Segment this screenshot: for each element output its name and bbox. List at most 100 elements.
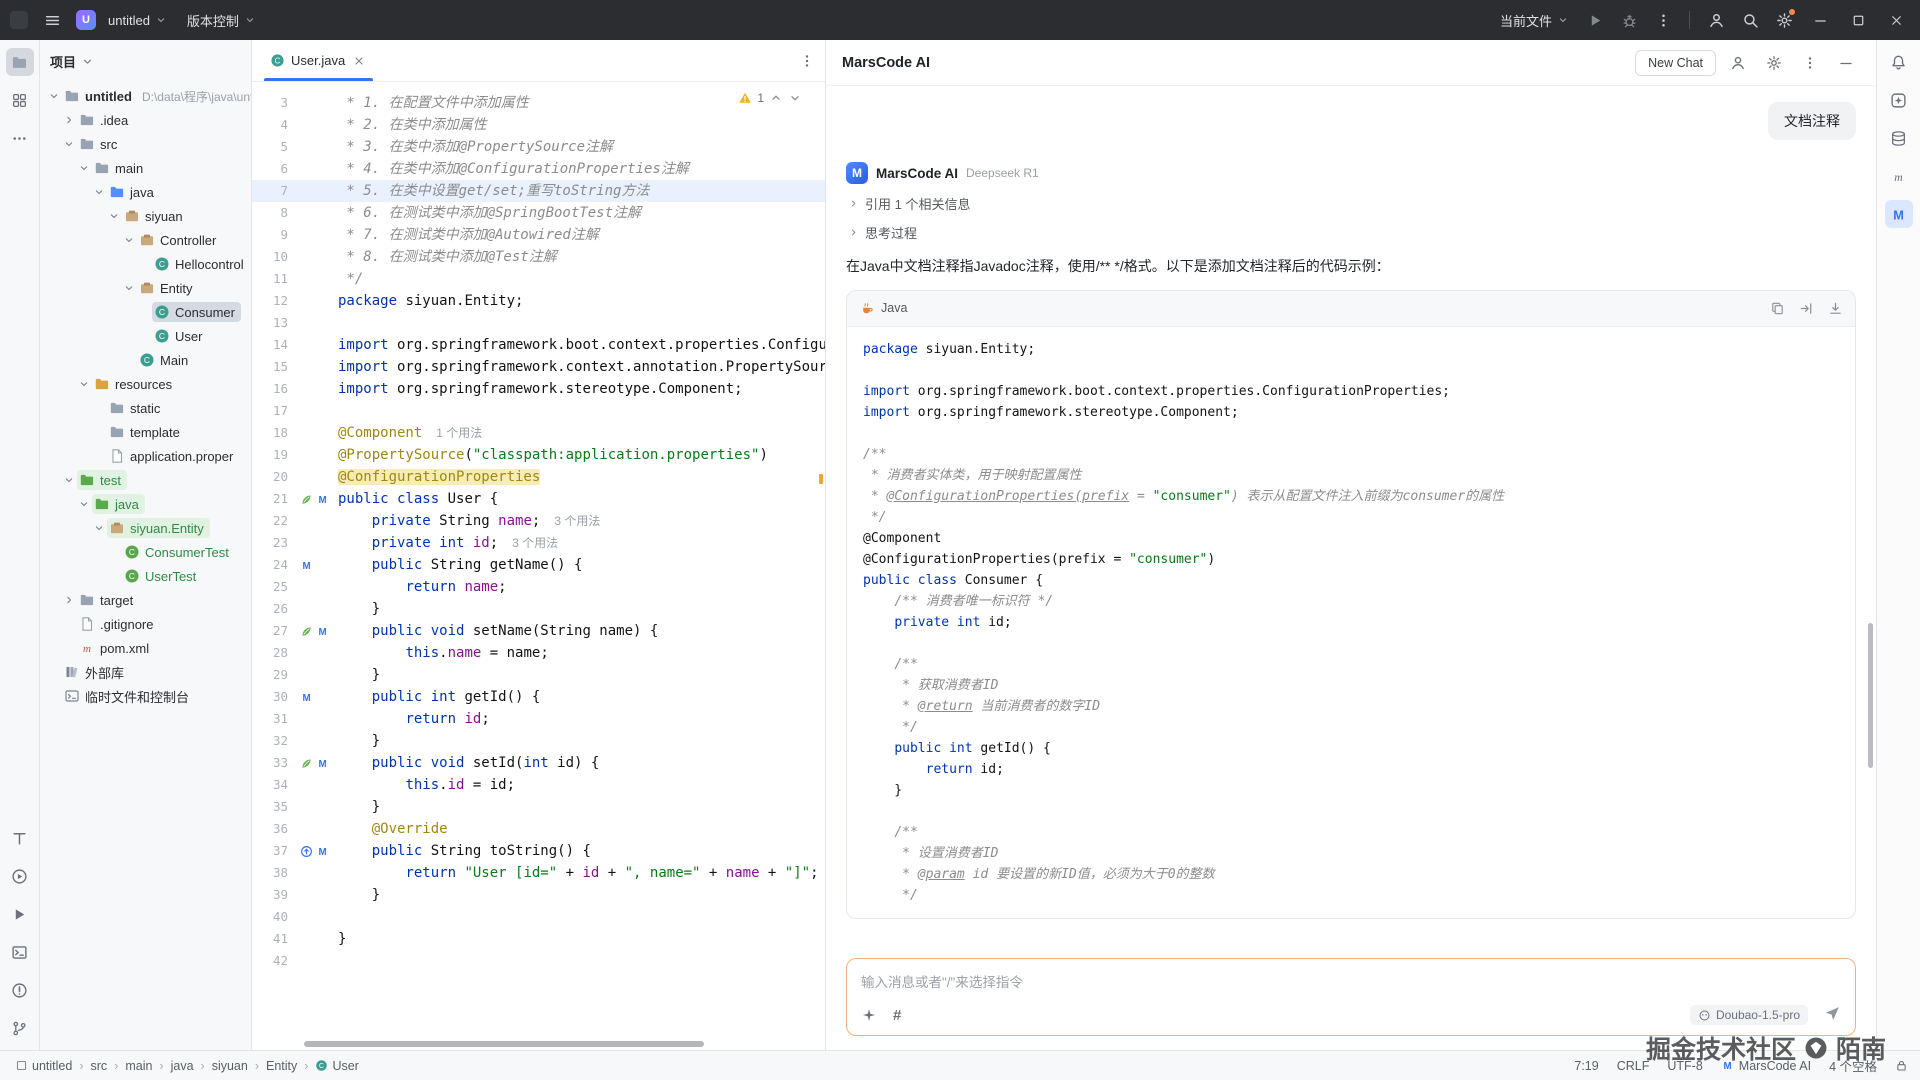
editor-line[interactable]: 12package siyuan.Entity; bbox=[252, 290, 825, 312]
editor-line[interactable]: 41} bbox=[252, 928, 825, 950]
run-tool-button[interactable] bbox=[6, 862, 34, 890]
editor-line[interactable]: 40 bbox=[252, 906, 825, 928]
editor-line[interactable]: 9 * 7. 在测试类中添加@Autowired注解 bbox=[252, 224, 825, 246]
chevron-right-icon[interactable] bbox=[61, 592, 77, 608]
chevron-down-icon[interactable] bbox=[121, 280, 137, 296]
database-tool-button[interactable] bbox=[1885, 124, 1913, 152]
editor-line[interactable]: 31 return id; bbox=[252, 708, 825, 730]
editor-line[interactable]: 6 * 4. 在类中添加@ConfigurationProperties注解 bbox=[252, 158, 825, 180]
chevron-right-icon[interactable] bbox=[61, 112, 77, 128]
chat-hide-button[interactable] bbox=[1832, 49, 1860, 77]
new-chat-button[interactable]: New Chat bbox=[1635, 50, 1716, 76]
tree-item-user[interactable]: CUser bbox=[40, 324, 251, 348]
tree-item-.gitignore[interactable]: .gitignore bbox=[40, 612, 251, 636]
editor-line[interactable]: 19@PropertySource("classpath:application… bbox=[252, 444, 825, 466]
tree-item-main[interactable]: CMain bbox=[40, 348, 251, 372]
tree-item-static[interactable]: static bbox=[40, 396, 251, 420]
breadcrumb-item-user[interactable]: CUser bbox=[312, 1059, 361, 1073]
editor-line[interactable]: 38 return "User [id=" + id + ", name=" +… bbox=[252, 862, 825, 884]
tree-item-src[interactable]: src bbox=[40, 132, 251, 156]
indent-selector[interactable]: 4 个空格 bbox=[1829, 1056, 1877, 1075]
tree-item-item[interactable]: 外部库 bbox=[40, 660, 251, 684]
close-tab-button[interactable] bbox=[351, 53, 367, 69]
editor-content[interactable]: 3 * 1. 在配置文件中添加属性4 * 2. 在类中添加属性5 * 3. 在类… bbox=[252, 82, 825, 972]
editor-line[interactable]: 35 } bbox=[252, 796, 825, 818]
editor-line[interactable]: 20@ConfigurationProperties bbox=[252, 466, 825, 488]
editor-line[interactable]: 27M public void setName(String name) { bbox=[252, 620, 825, 642]
run-config-selector[interactable]: 当前文件 bbox=[1492, 6, 1577, 35]
terminal-tool-button[interactable] bbox=[6, 938, 34, 966]
editor-line[interactable]: 22 private String name;3 个用法 bbox=[252, 510, 825, 532]
copy-code-button[interactable] bbox=[1770, 301, 1785, 316]
breadcrumb-item-java[interactable]: java bbox=[168, 1059, 197, 1073]
code-editor[interactable]: 1 3 * 1. 在配置文件中添加属性4 * 2. 在类中添加属性5 * 3. … bbox=[252, 82, 825, 1050]
tree-item-untitled[interactable]: untitledD:\data\程序\java\unti bbox=[40, 84, 251, 108]
editor-line[interactable]: 42 bbox=[252, 950, 825, 972]
tree-item-java[interactable]: java bbox=[40, 180, 251, 204]
breadcrumb-item-untitled[interactable]: untitled bbox=[12, 1059, 75, 1073]
tree-item-pom.xml[interactable]: mpom.xml bbox=[40, 636, 251, 660]
run-button[interactable] bbox=[1579, 5, 1611, 35]
thinking-toggle[interactable]: 思考过程 bbox=[846, 223, 1856, 242]
chat-input[interactable]: 输入消息或者"/"来选择指令 # Doubao-1.5-pro bbox=[846, 958, 1856, 1036]
tree-item-resources[interactable]: resources bbox=[40, 372, 251, 396]
close-button[interactable] bbox=[1878, 4, 1914, 36]
tree-item-target[interactable]: target bbox=[40, 588, 251, 612]
breadcrumb-item-entity[interactable]: Entity bbox=[263, 1059, 300, 1073]
notifications-button[interactable] bbox=[1885, 48, 1913, 76]
editor-line[interactable]: 10 * 8. 在测试类中添加@Test注解 bbox=[252, 246, 825, 268]
editor-line[interactable]: 15import org.springframework.context.ann… bbox=[252, 356, 825, 378]
marscode-tool-button[interactable]: M bbox=[1885, 200, 1913, 228]
editor-line[interactable]: 32 } bbox=[252, 730, 825, 752]
editor-line[interactable]: 36 @Override bbox=[252, 818, 825, 840]
editor-line[interactable]: 7 * 5. 在类中设置get/set;重写toString方法 bbox=[252, 180, 825, 202]
tree-item-hellocontrol[interactable]: CHellocontrol bbox=[40, 252, 251, 276]
model-selector[interactable]: Doubao-1.5-pro bbox=[1690, 1005, 1808, 1025]
debug-button[interactable] bbox=[1613, 5, 1645, 35]
encoding-selector[interactable]: UTF-8 bbox=[1667, 1059, 1702, 1073]
chevron-down-icon[interactable] bbox=[91, 184, 107, 200]
breadcrumb-item-main[interactable]: main bbox=[122, 1059, 155, 1073]
references-toggle[interactable]: 引用 1 个相关信息 bbox=[846, 194, 1856, 213]
vcs-selector[interactable]: 版本控制 bbox=[179, 6, 264, 35]
editor-line[interactable]: 33M public void setId(int id) { bbox=[252, 752, 825, 774]
editor-line[interactable]: 34 this.id = id; bbox=[252, 774, 825, 796]
editor-line[interactable]: 5 * 3. 在类中添加@PropertySource注解 bbox=[252, 136, 825, 158]
editor-line[interactable]: 11 */ bbox=[252, 268, 825, 290]
editor-line[interactable]: 28 this.name = name; bbox=[252, 642, 825, 664]
editor-line[interactable]: 4 * 2. 在类中添加属性 bbox=[252, 114, 825, 136]
tree-item-main[interactable]: main bbox=[40, 156, 251, 180]
tree-item-controller[interactable]: Controller bbox=[40, 228, 251, 252]
account-button[interactable] bbox=[1700, 5, 1732, 35]
chat-scrollbar[interactable] bbox=[1868, 623, 1873, 768]
agents-button[interactable] bbox=[1724, 49, 1752, 77]
editor-line[interactable]: 17 bbox=[252, 400, 825, 422]
editor-line[interactable]: 25 return name; bbox=[252, 576, 825, 598]
tree-item-test[interactable]: test bbox=[40, 468, 251, 492]
tree-item-item[interactable]: 临时文件和控制台 bbox=[40, 684, 251, 708]
search-everywhere-button[interactable] bbox=[1734, 5, 1766, 35]
project-tool-button[interactable] bbox=[6, 48, 34, 76]
editor-line[interactable]: 14import org.springframework.boot.contex… bbox=[252, 334, 825, 356]
chevron-down-icon[interactable] bbox=[106, 208, 122, 224]
tree-item-.idea[interactable]: .idea bbox=[40, 108, 251, 132]
chat-more-button[interactable] bbox=[1796, 49, 1824, 77]
more-actions-button[interactable] bbox=[1647, 5, 1679, 35]
ai-assistant-tool-button[interactable] bbox=[1885, 86, 1913, 114]
tree-item-entity[interactable]: Entity bbox=[40, 276, 251, 300]
chevron-down-icon[interactable] bbox=[76, 496, 92, 512]
editor-line[interactable]: 30M public int getId() { bbox=[252, 686, 825, 708]
version-control-tool-button[interactable] bbox=[6, 1014, 34, 1042]
editor-line[interactable]: 18@Component1 个用法 bbox=[252, 422, 825, 444]
tree-item-consumertest[interactable]: CConsumerTest bbox=[40, 540, 251, 564]
prev-problem-icon[interactable] bbox=[769, 91, 783, 105]
inspections-widget[interactable]: 1 bbox=[731, 88, 809, 108]
context-button[interactable]: # bbox=[893, 1007, 901, 1024]
insert-code-button[interactable] bbox=[1799, 301, 1814, 316]
tree-item-usertest[interactable]: CUserTest bbox=[40, 564, 251, 588]
tree-item-consumer[interactable]: CConsumer bbox=[40, 300, 251, 324]
minimize-button[interactable] bbox=[1802, 4, 1838, 36]
caret-position[interactable]: 7:19 bbox=[1574, 1059, 1598, 1073]
settings-button[interactable] bbox=[1768, 5, 1800, 35]
chevron-down-icon[interactable] bbox=[76, 376, 92, 392]
